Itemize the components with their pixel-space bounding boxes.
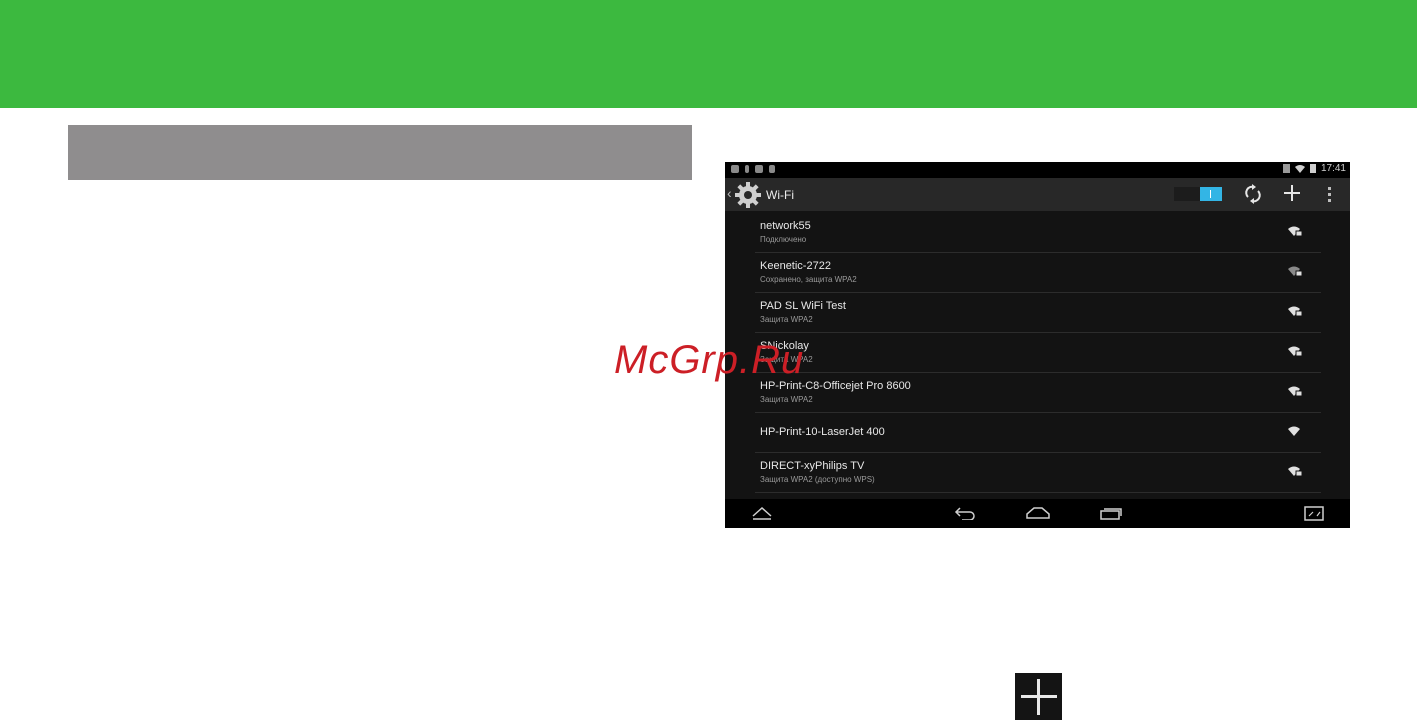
wifi-secured-icon [1288, 386, 1302, 397]
network-row[interactable]: PAD SL WiFi Test Защита WPA2 [755, 293, 1321, 333]
battery-icon [1309, 164, 1316, 173]
wifi-secured-icon [1288, 226, 1302, 237]
usb-icon [745, 165, 749, 173]
network-name: network55 [760, 220, 811, 232]
refresh-icon[interactable] [1244, 184, 1262, 204]
network-list: network55 Подключено Keenetic-2722 Сохра… [755, 213, 1321, 493]
wifi-icon [1294, 165, 1305, 173]
wifi-secured-icon [1288, 346, 1302, 357]
recent-apps-icon[interactable] [1100, 506, 1124, 520]
network-name: HP-Print-10-LaserJet 400 [760, 426, 885, 438]
network-row[interactable]: HP-Print-10-LaserJet 400 [755, 413, 1321, 453]
network-row[interactable]: HP-Print-C8-Officejet Pro 8600 Защита WP… [755, 373, 1321, 413]
network-name: DIRECT-xyPhilips TV [760, 460, 865, 472]
network-status: Сохранено, защита WPA2 [760, 275, 857, 284]
wifi-secured-icon [1288, 266, 1302, 277]
network-row[interactable]: DIRECT-xyPhilips TV Защита WPA2 (доступн… [755, 453, 1321, 493]
watermark: McGrp.Ru [614, 338, 805, 382]
network-status: Защита WPA2 [760, 395, 813, 404]
network-status: Защита WPA2 [760, 315, 813, 324]
network-name: PAD SL WiFi Test [760, 300, 846, 312]
network-row[interactable]: SNickolay Защита WPA2 [755, 333, 1321, 373]
wifi-secured-icon [1288, 306, 1302, 317]
wifi-toggle[interactable] [1174, 187, 1222, 201]
hide-keyboard-icon[interactable] [752, 506, 772, 520]
add-key-illustration [1015, 673, 1062, 720]
status-system: 17:41 [1282, 163, 1346, 174]
network-status: Подключено [760, 235, 807, 244]
network-name: Keenetic-2722 [760, 260, 831, 272]
plus-icon [1021, 679, 1057, 715]
screenshot-icon[interactable] [1304, 506, 1324, 522]
add-network-icon[interactable] [1283, 184, 1301, 202]
header-band [0, 0, 1417, 108]
network-row[interactable]: network55 Подключено [755, 213, 1321, 253]
cloud-icon [731, 165, 739, 173]
navigation-bar [725, 499, 1350, 528]
back-icon[interactable] [954, 506, 976, 520]
status-bar: 17:41 [725, 162, 1350, 178]
clock: 17:41 [1320, 163, 1346, 174]
settings-gear-icon[interactable] [734, 181, 762, 209]
page-title: Wi-Fi [766, 188, 794, 202]
wifi-open-icon [1288, 426, 1300, 436]
back-caret-icon[interactable]: ‹ [727, 185, 732, 201]
home-icon[interactable] [1026, 506, 1050, 520]
sd-card-icon [769, 165, 775, 173]
network-status: Защита WPA2 (доступно WPS) [760, 475, 875, 484]
mute-icon [1282, 164, 1290, 173]
wifi-secured-icon [1288, 466, 1302, 477]
overflow-menu-icon[interactable] [1327, 186, 1331, 202]
toggle-knob [1200, 187, 1222, 201]
tablet-screenshot: 17:41 ‹ Wi-Fi network55 Подключено Keene… [725, 162, 1350, 528]
network-row[interactable]: Keenetic-2722 Сохранено, защита WPA2 [755, 253, 1321, 293]
section-bar [68, 125, 692, 180]
mail-icon [755, 165, 763, 173]
status-notifications [731, 165, 775, 173]
action-bar: ‹ Wi-Fi [725, 178, 1350, 211]
